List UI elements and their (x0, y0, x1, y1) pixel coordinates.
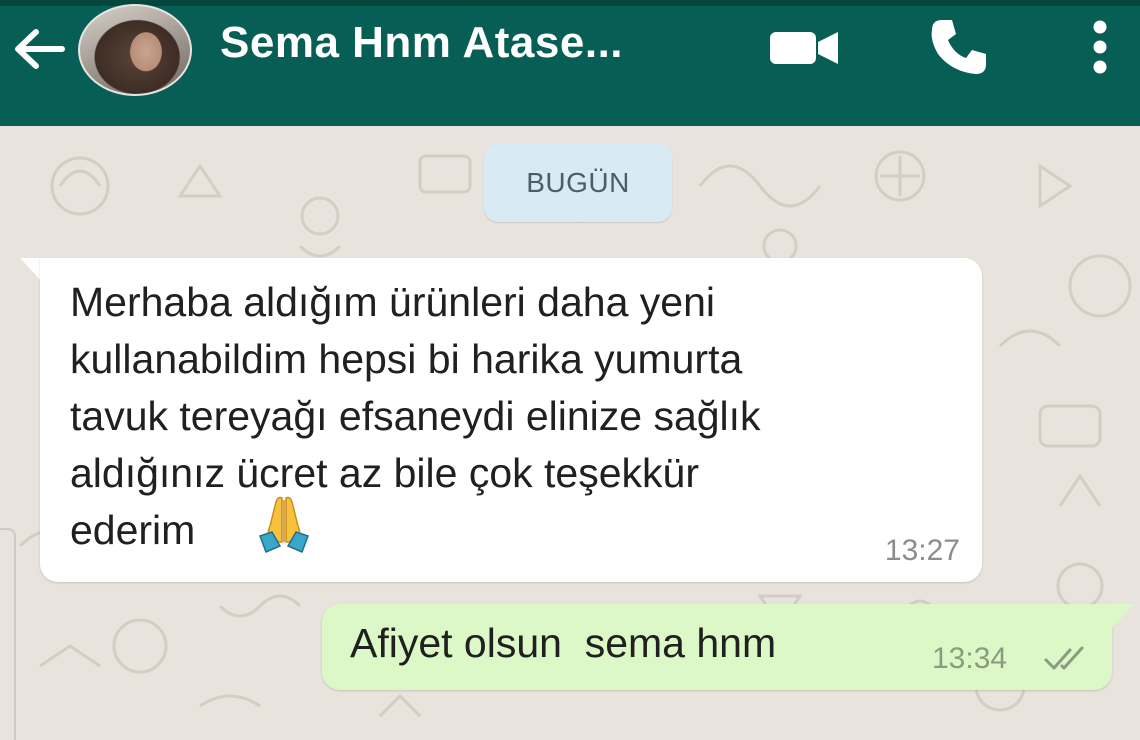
message-text: Afiyet olsun sema hnm (350, 620, 777, 666)
outgoing-bubble-tail (1112, 604, 1134, 628)
videocam-icon (770, 32, 838, 64)
date-chip: BUGÜN (484, 144, 672, 222)
contact-avatar[interactable] (78, 4, 192, 96)
phone-icon (931, 20, 986, 74)
incoming-message[interactable]: Merhaba aldığım ürünleri daha yeni kulla… (40, 258, 982, 582)
folded-hands-emoji (259, 496, 309, 553)
more-vert-icon (1093, 20, 1107, 74)
back-button[interactable] (8, 18, 70, 80)
contact-name[interactable]: Sema Hnm Atase... (220, 18, 623, 68)
status-bar-edge (0, 0, 1140, 6)
video-call-button[interactable] (764, 20, 844, 76)
message-time: 13:27 (884, 534, 960, 567)
chat-header: Sema Hnm Atase... (0, 0, 1140, 126)
message-time: 13:34 (932, 642, 1008, 675)
outgoing-message[interactable]: Afiyet olsun sema hnm 13:34 (322, 604, 1112, 690)
double-check-icon (1044, 646, 1084, 670)
voice-call-button[interactable] (922, 14, 996, 80)
arrow-left-icon (15, 29, 65, 69)
chat-screen: Sema Hnm Atase... BUGÜN Merhaba aldığım … (0, 0, 1140, 740)
message-text: Merhaba aldığım ürünleri daha yeni kulla… (70, 279, 761, 553)
partial-edge-element (0, 528, 16, 740)
more-options-button[interactable] (1078, 14, 1122, 80)
